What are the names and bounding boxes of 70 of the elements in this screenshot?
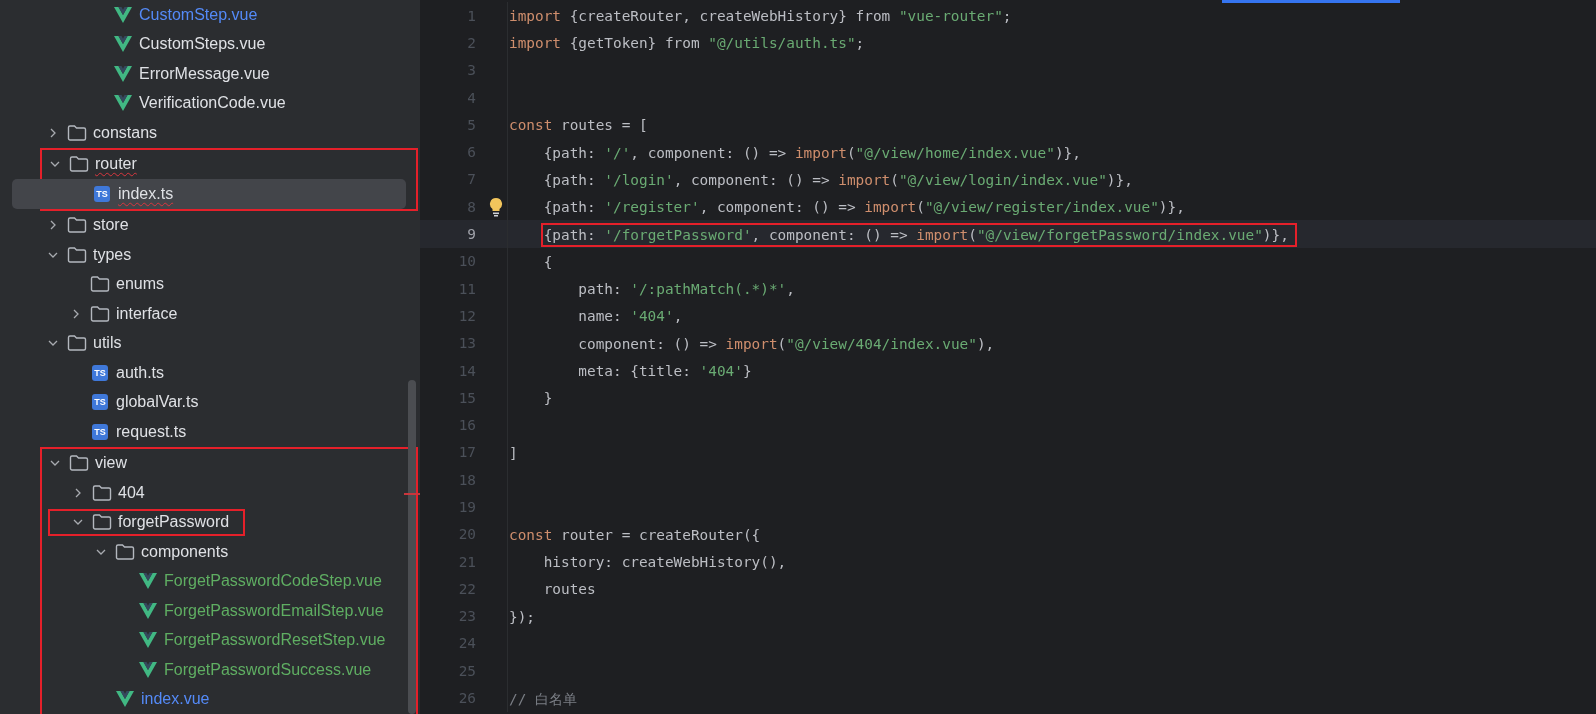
tree-row[interactable]: CustomSteps.vue (10, 29, 405, 59)
folder-icon (67, 123, 87, 142)
folder-icon (92, 483, 112, 502)
code-line: history: createWebHistory(), (542, 553, 788, 573)
code-line: const routes = [ (508, 116, 649, 136)
tree-row[interactable]: ForgetPasswordEmailStep.vue (12, 596, 406, 626)
code-line: { (542, 252, 554, 272)
code-line: name: '404', (577, 307, 684, 327)
code-line: import {getToken} from "@/utils/auth.ts"; (508, 34, 866, 54)
code-line: } (542, 389, 554, 409)
tree-row[interactable]: 404 (12, 478, 406, 508)
folder-icon (67, 245, 87, 264)
tree-row[interactable]: view (12, 448, 406, 478)
code-line: import {createRouter, createWebHistory} from "vue-router"; (508, 7, 1013, 27)
tree-row[interactable]: TS request.ts (10, 417, 405, 447)
code-line: {path: '/register', component: () => import("@/view/register/index.vue")}, (542, 198, 1186, 218)
code-line: const router = createRouter({ (508, 525, 762, 545)
scrollbar-thumb[interactable] (408, 380, 416, 714)
vue-logo-icon (113, 35, 133, 54)
vue-logo-icon (138, 601, 158, 620)
tree-row[interactable]: TS index.ts (12, 179, 406, 209)
code-line: routes (542, 580, 597, 600)
tree-row[interactable]: ForgetPasswordResetStep.vue (12, 625, 406, 655)
lightbulb-icon[interactable] (489, 196, 503, 217)
tree-row[interactable]: store (10, 210, 405, 240)
vue-logo-icon (138, 660, 158, 679)
vue-logo-icon (113, 94, 133, 113)
tree-row[interactable]: types (10, 240, 405, 270)
vue-logo-icon (138, 631, 158, 650)
vue-logo-icon (138, 572, 158, 591)
code-line: component: () => import("@/view/404/index.vue"), (577, 334, 996, 354)
code-line: path: '/:pathMatch(.*)*', (577, 280, 796, 300)
vue-logo-icon (115, 690, 135, 709)
tree-row[interactable]: ForgetPasswordSuccess.vue (12, 655, 406, 685)
tree-row[interactable]: enums (10, 269, 405, 299)
folder-icon (92, 513, 112, 532)
typescript-icon: TS (94, 185, 110, 202)
vue-logo-icon (113, 64, 133, 83)
tree-row[interactable]: ErrorMessage.vue (10, 59, 405, 89)
code-line: {path: '/login', component: () => import("@/view/login/index.vue")}, (542, 170, 1134, 190)
code-line: // 白名单 (508, 689, 578, 709)
tree-row[interactable]: TS globalVar.ts (10, 387, 405, 417)
typescript-icon: TS (92, 364, 108, 381)
code-line: }); (508, 607, 536, 627)
folder-icon (67, 216, 87, 235)
tree-row[interactable]: router (12, 149, 406, 179)
tree-row[interactable]: TS auth.ts (10, 358, 405, 388)
code-line: ] (508, 443, 519, 463)
folder-icon (115, 542, 135, 561)
typescript-icon: TS (92, 423, 108, 440)
tree-row[interactable]: constans (10, 118, 405, 148)
tree-row[interactable]: VerificationCode.vue (10, 88, 405, 118)
vue-logo-icon (113, 5, 133, 24)
tree-row[interactable]: ForgetPasswordCodeStep.vue (12, 566, 406, 596)
code-line: meta: {title: '404'} (577, 362, 753, 381)
error-marker (404, 493, 420, 495)
line-number: 9 (466, 226, 476, 242)
tree-row[interactable]: utils (10, 328, 405, 358)
tree-row[interactable]: components (12, 537, 406, 567)
folder-icon (67, 334, 87, 353)
tree-row[interactable]: forgetPassword (12, 507, 406, 537)
folder-icon (69, 454, 89, 473)
folder-icon (69, 155, 89, 174)
tree-row[interactable]: interface (10, 299, 405, 329)
code-line: {path: '/', component: () => import("@/view/home/index.vue")}, (542, 143, 1082, 163)
folder-icon (90, 304, 110, 323)
tree-row[interactable]: index.vue (12, 684, 406, 714)
tree-row[interactable]: CustomStep.vue (10, 0, 405, 30)
folder-icon (90, 275, 110, 294)
typescript-icon: TS (92, 394, 108, 411)
